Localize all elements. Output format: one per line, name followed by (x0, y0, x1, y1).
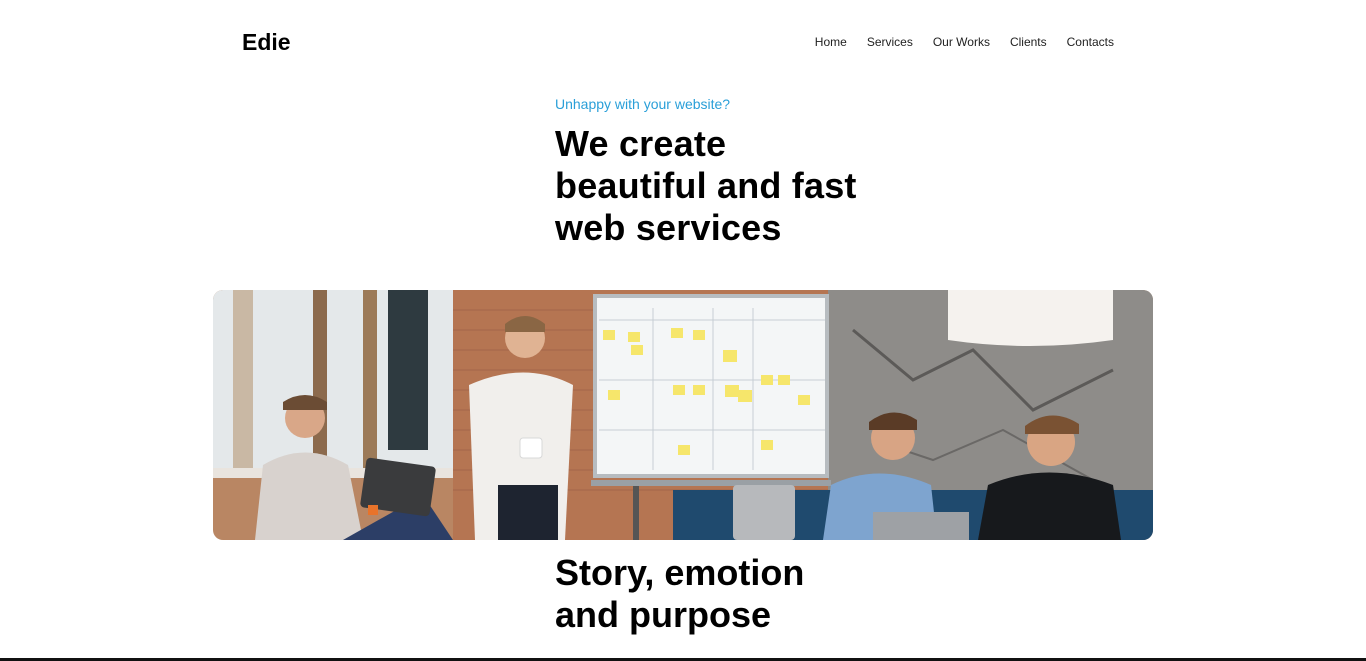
section-title-line: Story, emotion (555, 552, 805, 593)
hero-headline: We create beautiful and fast web service… (555, 123, 915, 249)
hero-headline-line: web services (555, 207, 782, 248)
nav-item-contacts[interactable]: Contacts (1067, 34, 1114, 50)
section-title: Story, emotion and purpose (555, 552, 915, 636)
nav-item-clients[interactable]: Clients (1010, 34, 1047, 50)
main-nav: Home Services Our Works Clients Contacts (815, 34, 1114, 50)
brand-logo[interactable]: Edie (242, 28, 291, 56)
hero-headline-line: We create (555, 123, 727, 164)
nav-item-our-works[interactable]: Our Works (933, 34, 990, 50)
section-title-line: and purpose (555, 594, 772, 635)
nav-item-home[interactable]: Home (815, 34, 847, 50)
hero-section: Unhappy with your website? We create bea… (555, 96, 915, 249)
hero-headline-line: beautiful and fast (555, 165, 857, 206)
hero-eyebrow: Unhappy with your website? (555, 96, 731, 112)
hero-team-photo (213, 290, 1153, 540)
nav-item-services[interactable]: Services (867, 34, 913, 50)
